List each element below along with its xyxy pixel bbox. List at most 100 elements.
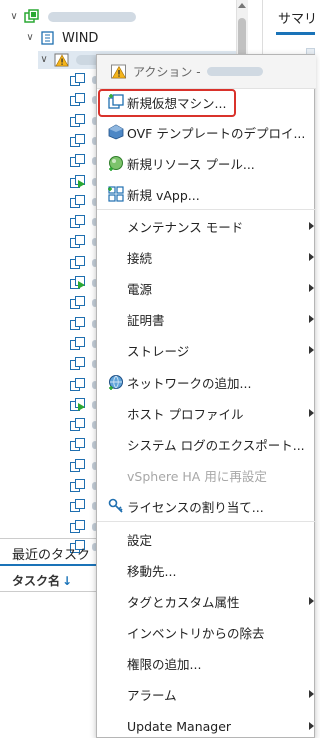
menu-item-8[interactable]: 証明書 — [97, 305, 316, 333]
menu-item-label: 接続 — [127, 250, 153, 266]
tab-summary[interactable]: サマリ — [278, 8, 317, 27]
tree-root-row[interactable]: ∨ — [8, 8, 136, 26]
chevron-down-icon[interactable]: ∨ — [24, 32, 36, 44]
menu-item-label: ネットワークの追加... — [127, 375, 252, 391]
menu-item-label: タグとカスタム属性 — [127, 594, 240, 610]
resource-pool-icon — [108, 155, 124, 171]
submenu-arrow-icon — [309, 409, 314, 417]
menu-item-label: アラーム — [127, 687, 177, 703]
license-key-icon — [108, 498, 124, 514]
actions-context-menu: アクション - 新規仮想マシン... OVF テンプレートのデプロイ... 新規リソ… — [96, 54, 316, 738]
menu-item-21[interactable]: Update Manager — [97, 712, 316, 738]
menu-title: アクション - — [97, 55, 316, 89]
menu-item-2[interactable]: OVF テンプレートのデプロイ... — [97, 118, 316, 146]
menu-item-3[interactable]: 新規リソース プール... — [97, 149, 316, 177]
vm-icon[interactable] — [70, 255, 86, 270]
menu-item-16[interactable]: 移動先... — [97, 556, 316, 584]
vm-icon[interactable] — [70, 357, 86, 371]
menu-item-10[interactable]: ネットワークの追加... — [97, 368, 316, 396]
tree-cluster-row[interactable]: ∨ WIND — [24, 29, 98, 47]
sort-arrow-icon[interactable]: ↓ — [62, 574, 72, 588]
add-network-icon — [108, 374, 124, 390]
menu-title-label: アクション - — [133, 65, 201, 79]
submenu-arrow-icon — [309, 597, 314, 605]
vm-powered-on-icon[interactable] — [70, 276, 86, 290]
vm-icon[interactable] — [70, 377, 86, 392]
menu-item-label: ホスト プロファイル — [127, 406, 244, 422]
menu-item-label: vSphere HA 用に再設定 — [127, 468, 267, 484]
submenu-arrow-icon — [309, 253, 314, 261]
menu-item-7[interactable]: 電源 — [97, 274, 316, 302]
host-warning-icon — [54, 53, 69, 67]
vapp-icon — [108, 186, 124, 202]
menu-item-label: 証明書 — [127, 312, 165, 328]
menu-item-14[interactable]: ライセンスの割り当て... — [97, 492, 316, 520]
vm-icon[interactable] — [70, 235, 86, 249]
submenu-arrow-icon — [309, 222, 314, 230]
menu-item-5[interactable]: メンテナンス モード — [97, 212, 316, 240]
obscured-root-name — [48, 12, 136, 22]
vm-icon[interactable] — [70, 296, 86, 310]
menu-item-label: ライセンスの割り当て... — [127, 499, 264, 515]
menu-item-label: ストレージ — [127, 343, 190, 359]
task-name-column-header[interactable]: タスク名 ↓ — [0, 568, 96, 592]
menu-item-4[interactable]: 新規 vApp... — [97, 180, 316, 208]
vm-icon[interactable] — [70, 418, 86, 432]
vm-icon[interactable] — [70, 194, 86, 209]
submenu-arrow-icon — [309, 346, 314, 354]
vm-icon[interactable] — [70, 73, 86, 87]
vm-powered-on-icon[interactable] — [70, 174, 86, 189]
ovf-deploy-icon — [108, 124, 124, 140]
cluster-label: WIND — [62, 30, 99, 46]
menu-item-9[interactable]: ストレージ — [97, 336, 316, 364]
menu-item-17[interactable]: タグとカスタム属性 — [97, 587, 316, 615]
datacenter-icon — [24, 9, 39, 23]
menu-item-6[interactable]: 接続 — [97, 243, 316, 271]
vm-icon[interactable] — [70, 458, 86, 473]
vm-icon[interactable] — [70, 113, 86, 128]
menu-separator — [97, 209, 316, 210]
menu-item-20[interactable]: アラーム — [97, 680, 316, 708]
menu-item-18[interactable]: インベントリからの除去 — [97, 618, 316, 646]
vm-icon[interactable] — [70, 316, 86, 331]
menu-item-label: 新規 vApp... — [127, 187, 200, 203]
vm-icon[interactable] — [70, 499, 86, 513]
menu-item-label: 電源 — [127, 281, 153, 297]
menu-item-label: 権限の追加... — [127, 656, 202, 672]
menu-item-label: システム ログのエクスポート... — [127, 437, 305, 453]
task-name-label: タスク名 — [12, 574, 61, 588]
menu-item-15[interactable]: 設定 — [97, 525, 316, 553]
submenu-arrow-icon — [309, 722, 314, 730]
submenu-arrow-icon — [309, 690, 314, 698]
vm-icon[interactable] — [70, 336, 86, 351]
menu-item-label: Update Manager — [127, 718, 232, 734]
menu-item-label: OVF テンプレートのデプロイ... — [127, 125, 306, 141]
new-vm-highlight-box — [98, 89, 236, 117]
scroll-up-arrow-icon[interactable] — [238, 3, 246, 8]
vm-icon[interactable] — [70, 479, 86, 493]
vm-icon[interactable] — [70, 215, 86, 229]
vm-icon[interactable] — [70, 519, 86, 534]
menu-item-label: 設定 — [127, 532, 153, 548]
vm-icon[interactable] — [70, 133, 86, 148]
menu-item-label: メンテナンス モード — [127, 219, 244, 235]
menu-item-label: 新規リソース プール... — [127, 156, 255, 172]
chevron-down-icon[interactable]: ∨ — [8, 11, 20, 23]
vm-icon[interactable] — [70, 154, 86, 168]
menu-separator — [97, 521, 316, 522]
tasks-divider — [0, 538, 96, 539]
vm-powered-on-icon[interactable] — [70, 397, 86, 412]
vm-icon[interactable] — [70, 93, 86, 107]
vm-icon[interactable] — [70, 438, 86, 452]
chevron-down-icon[interactable]: ∨ — [38, 54, 50, 66]
menu-item-13: vSphere HA 用に再設定 — [97, 461, 316, 489]
recent-tasks-tab[interactable]: 最近のタスク — [0, 540, 96, 566]
menu-item-label: 移動先... — [127, 563, 177, 579]
obscured-host-name — [206, 67, 263, 76]
menu-item-12[interactable]: システム ログのエクスポート... — [97, 430, 316, 458]
menu-item-11[interactable]: ホスト プロファイル — [97, 399, 316, 427]
submenu-arrow-icon — [309, 315, 314, 323]
menu-item-19[interactable]: 権限の追加... — [97, 649, 316, 677]
submenu-arrow-icon — [309, 284, 314, 292]
host-warning-icon — [111, 64, 127, 78]
